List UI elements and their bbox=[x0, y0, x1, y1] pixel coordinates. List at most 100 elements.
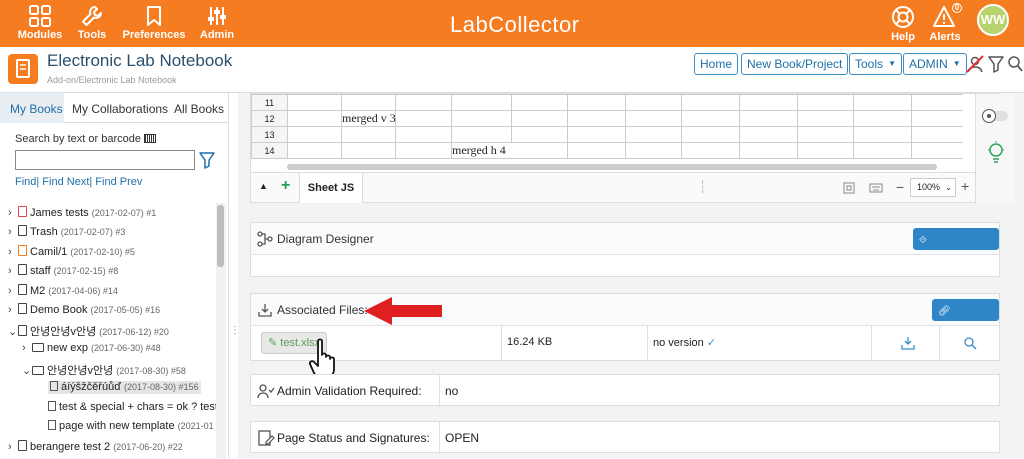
chevron-right-icon[interactable]: › bbox=[8, 246, 18, 258]
find-links[interactable]: Find| Find Next| Find Prev bbox=[15, 176, 142, 188]
book-icon bbox=[18, 206, 27, 217]
nav-preferences[interactable]: Preferences bbox=[120, 0, 188, 47]
tree-item[interactable]: › new exp (2017-06-30) #48 bbox=[22, 342, 238, 361]
tab-scroll-handle[interactable]: ┆ bbox=[699, 180, 706, 194]
tree-item[interactable]: ⌄ 안녕안녕v안녕 (2017-06-12) #20 bbox=[8, 323, 224, 342]
tree-item[interactable]: page with new template (2021-01 bbox=[48, 420, 216, 439]
check-icon: ✓ bbox=[706, 337, 717, 349]
tree-item-label: berangere test 2 bbox=[30, 441, 111, 453]
tree-item-meta: (2017-02-07) #1 bbox=[91, 208, 157, 218]
zoom-select[interactable]: 100% ⌄ bbox=[910, 178, 956, 197]
page-status-row: Page Status and Signatures: OPEN bbox=[250, 421, 1000, 454]
tree-item[interactable]: › James tests (2017-02-07) #1 bbox=[8, 206, 224, 225]
diagram-designer-header: Diagram Designer ⟐ Open/Close bbox=[251, 223, 999, 270]
keyboard-icon[interactable] bbox=[869, 182, 883, 194]
new-book-project-button[interactable]: New Book/Project bbox=[741, 53, 849, 75]
sheet-row: 13 bbox=[251, 126, 963, 143]
nav-modules[interactable]: Modules bbox=[12, 0, 68, 47]
chevron-right-icon[interactable]: › bbox=[8, 304, 18, 316]
zoom-out-icon[interactable]: − bbox=[896, 179, 904, 195]
sheet-row: 12 merged v 3 bbox=[251, 110, 963, 127]
tree-item-label: Trash bbox=[30, 226, 58, 238]
chevron-right-icon[interactable]: › bbox=[8, 441, 18, 453]
fit-screen-icon[interactable] bbox=[843, 182, 855, 194]
chevron-right-icon[interactable]: › bbox=[22, 342, 32, 354]
chevron-right-icon[interactable]: › bbox=[8, 285, 18, 297]
sheet-horizontal-scrollbar[interactable] bbox=[287, 164, 937, 170]
no-user-icon[interactable] bbox=[966, 55, 984, 73]
home-button[interactable]: Home bbox=[694, 53, 739, 75]
barcode-icon[interactable] bbox=[144, 134, 157, 143]
caret-up-icon[interactable]: ▲ bbox=[259, 181, 268, 191]
tree-item-meta: (2017-02-07) #3 bbox=[60, 227, 126, 237]
row-header[interactable]: 11 bbox=[251, 94, 288, 111]
book-icon bbox=[18, 325, 27, 336]
nav-admin[interactable]: Admin bbox=[196, 0, 238, 47]
page-header: Electronic Lab Notebook Add-on/Electroni… bbox=[0, 47, 1024, 93]
filter-icon[interactable] bbox=[988, 55, 1004, 73]
manage-button[interactable]: 🔗︎ Manage bbox=[932, 299, 999, 341]
sheet-tab[interactable]: Sheet JS bbox=[299, 173, 363, 203]
admin-dropdown[interactable]: ADMIN ▼ bbox=[903, 53, 967, 75]
tree-item[interactable]: › berangere test 2 (2017-06-20) #22 bbox=[8, 440, 224, 459]
chevron-right-icon[interactable]: › bbox=[8, 265, 18, 277]
tree-item[interactable]: ⌄ 안녕안녕v안녕 (2017-08-30) #58 bbox=[22, 362, 238, 381]
search-label-text: Search by text or barcode bbox=[15, 133, 141, 145]
tree-item-label: page with new template bbox=[59, 420, 175, 432]
toggle-switch-icon[interactable] bbox=[980, 108, 1010, 124]
nav-alerts[interactable]: Alerts 0 bbox=[926, 0, 964, 47]
tree-item-label: Demo Book bbox=[30, 304, 88, 316]
sidebar: My Books My Collaborations All Books Sea… bbox=[0, 93, 229, 458]
nav-tools[interactable]: Tools bbox=[72, 0, 112, 47]
nav-help[interactable]: Help bbox=[886, 0, 920, 47]
tab-my-books[interactable]: My Books bbox=[0, 93, 64, 123]
row-header[interactable]: 12 bbox=[251, 110, 288, 127]
row-header[interactable]: 14 bbox=[251, 142, 288, 159]
tab-my-collaborations[interactable]: My Collaborations bbox=[72, 102, 168, 116]
spreadsheet-grid[interactable]: 11 12 merged v 3 13 14 merged h 4 bbox=[251, 94, 963, 162]
cell-divider bbox=[871, 326, 872, 360]
tab-all-books[interactable]: All Books bbox=[174, 102, 224, 116]
tree-item[interactable]: › Demo Book (2017-05-05) #16 bbox=[8, 303, 224, 322]
download-icon[interactable] bbox=[901, 336, 915, 350]
cell-merged-v[interactable]: merged v 3 bbox=[341, 110, 396, 127]
tree-item-meta: (2017-04-06) #14 bbox=[48, 286, 118, 296]
tree-item-meta: (2017-06-30) #48 bbox=[91, 343, 161, 353]
search-icon[interactable] bbox=[1007, 55, 1023, 73]
search-icon[interactable] bbox=[963, 336, 977, 350]
nav-modules-label: Modules bbox=[17, 29, 63, 41]
chevron-down-icon[interactable]: ⌄ bbox=[8, 325, 18, 338]
zoom-in-icon[interactable]: + bbox=[961, 178, 969, 194]
nav-help-label: Help bbox=[891, 31, 915, 43]
associated-files-title: Associated Files: bbox=[277, 303, 368, 317]
diagram-designer-card: Diagram Designer ⟐ Open/Close bbox=[250, 222, 1000, 277]
chevron-down-icon[interactable]: ⌄ bbox=[22, 364, 32, 377]
tree-item-selected[interactable]: áíýšžčěřúůď (2017-08-30) #156 bbox=[48, 381, 264, 400]
tree-item[interactable]: › M2 (2017-04-06) #14 bbox=[8, 284, 224, 303]
tree-item-label: new exp bbox=[47, 342, 88, 354]
chevron-right-icon[interactable]: › bbox=[8, 207, 18, 219]
main-content: 11 12 merged v 3 13 14 merged h 4 ▲ + Shee… bbox=[238, 93, 1024, 458]
search-input[interactable] bbox=[15, 150, 195, 170]
notebook-app-icon bbox=[8, 54, 38, 84]
add-sheet-icon[interactable]: + bbox=[281, 177, 290, 195]
chevron-right-icon[interactable]: › bbox=[8, 226, 18, 238]
breadcrumb[interactable]: Add-on/Electronic Lab Notebook bbox=[47, 75, 177, 85]
tree-item[interactable]: › Camil/1 (2017-02-10) #5 bbox=[8, 245, 224, 264]
row-header[interactable]: 13 bbox=[251, 126, 288, 143]
sidebar-scrollbar-thumb[interactable] bbox=[217, 205, 224, 267]
user-avatar[interactable]: WW bbox=[977, 4, 1009, 36]
caret-down-icon: ▼ bbox=[888, 59, 897, 68]
tools-dropdown[interactable]: Tools ▼ bbox=[849, 53, 903, 75]
filter-icon[interactable] bbox=[199, 151, 215, 169]
tree-item[interactable]: › Trash (2017-02-07) #3 bbox=[8, 225, 224, 244]
tree-item-label: 안녕안녕v안녕 bbox=[47, 365, 114, 377]
page-status-value: OPEN bbox=[445, 431, 480, 445]
tree-item[interactable]: test & special + chars = ok ? test bbox=[48, 401, 216, 420]
nav-alerts-label: Alerts bbox=[929, 31, 961, 43]
book-icon bbox=[18, 284, 27, 295]
lightbulb-icon[interactable] bbox=[986, 140, 1006, 164]
tree-item[interactable]: › staff (2017-02-15) #8 bbox=[8, 264, 224, 283]
cell-merged-h[interactable]: merged h 4 bbox=[451, 142, 568, 159]
open-close-button[interactable]: ⟐ Open/Close bbox=[913, 228, 999, 270]
